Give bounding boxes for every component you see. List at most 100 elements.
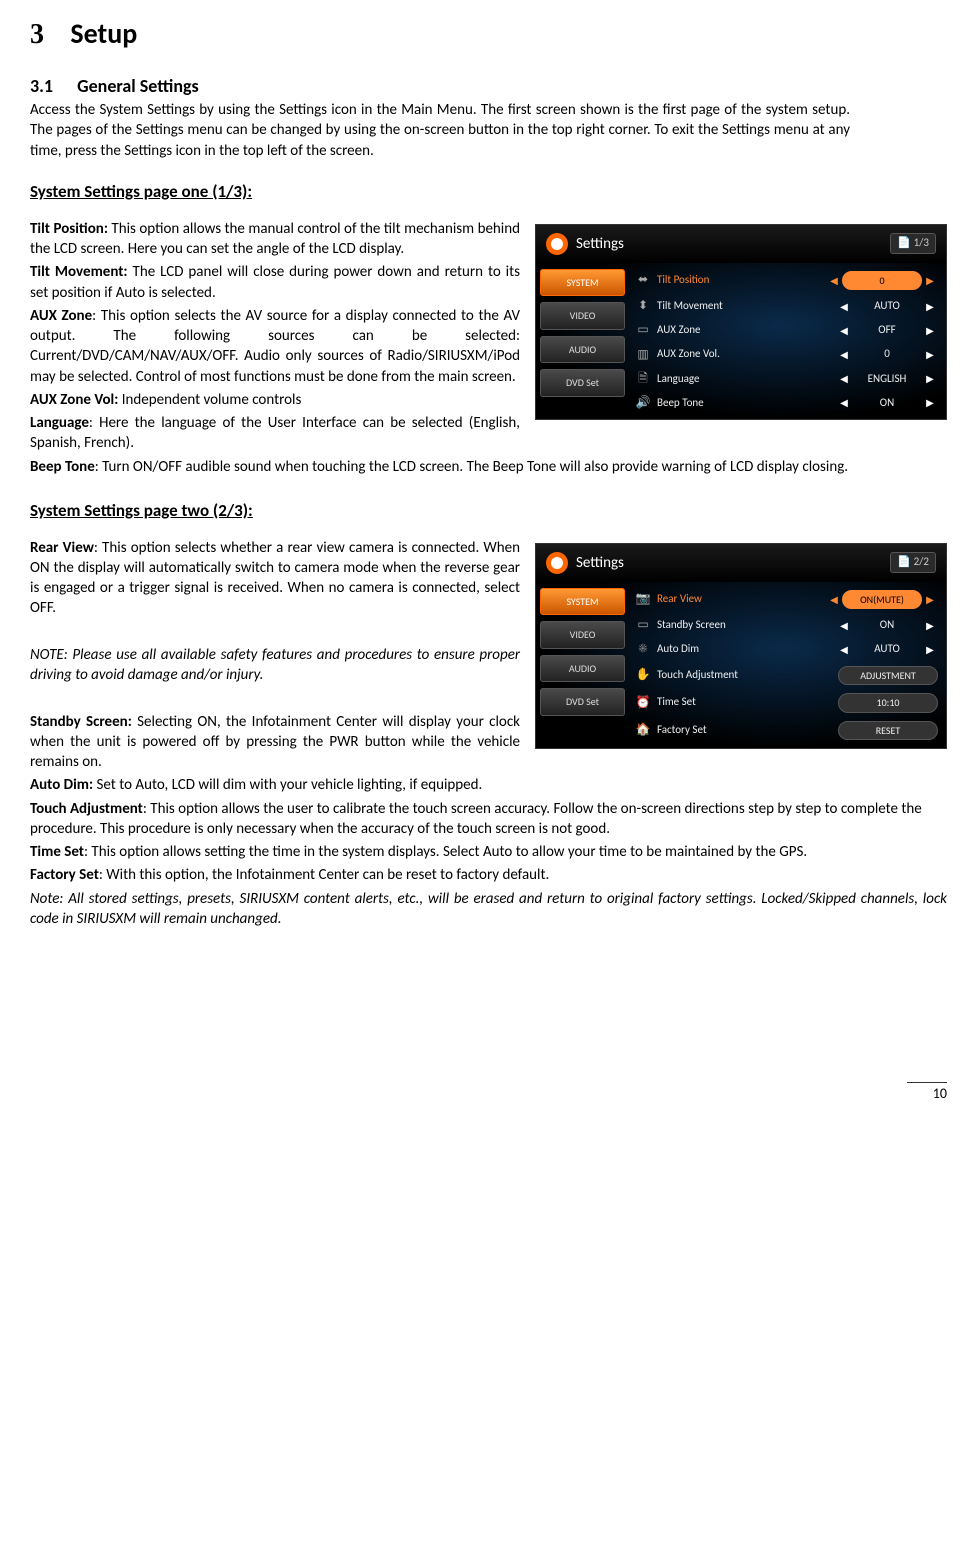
touch-adjustment-icon: ✋ <box>633 667 653 683</box>
factory-set-icon: 🏠 <box>633 722 653 738</box>
arrow-right-icon[interactable]: ▶ <box>922 348 938 362</box>
tab-system[interactable]: SYSTEM <box>540 269 625 297</box>
setting-label: AUX Zone <box>657 323 836 338</box>
arrow-left-icon[interactable]: ◀ <box>836 396 852 410</box>
auto-dim-icon: ☀ <box>633 641 653 657</box>
time-desc: Time Set: This option allows setting the… <box>30 842 947 862</box>
arrow-right-icon[interactable]: ▶ <box>922 372 938 386</box>
setting-label: Factory Set <box>657 723 838 738</box>
page-icon: 📄 <box>897 236 911 249</box>
setting-row-tilt-movement[interactable]: ⬍ Tilt Movement◀AUTO▶ <box>629 294 942 318</box>
tab-dvd-set[interactable]: DVD Set <box>540 369 625 397</box>
factory-desc: Factory Set: With this option, the Infot… <box>30 865 947 885</box>
setting-label: Auto Dim <box>657 642 836 657</box>
fig2-pager[interactable]: 📄 2/2 <box>890 552 936 573</box>
setting-label: Tilt Position <box>657 273 826 288</box>
tab-audio[interactable]: AUDIO <box>540 336 625 364</box>
section-number: 3.1 <box>30 75 53 97</box>
setting-label: Standby Screen <box>657 618 836 633</box>
arrow-left-icon[interactable]: ◀ <box>836 619 852 633</box>
setting-row-touch-adjustment[interactable]: ✋ Touch AdjustmentADJUSTMENT <box>629 662 942 690</box>
setting-value: ON(MUTE) <box>842 590 922 610</box>
arrow-left-icon[interactable]: ◀ <box>836 300 852 314</box>
arrow-right-icon[interactable]: ▶ <box>922 274 938 288</box>
tab-video[interactable]: VIDEO <box>540 621 625 649</box>
arrow-left-icon[interactable]: ◀ <box>836 372 852 386</box>
setting-row-factory-set[interactable]: 🏠 Factory SetRESET <box>629 717 942 745</box>
beep-tone-desc: Beep Tone: Turn ON/OFF audible sound whe… <box>30 457 947 477</box>
setting-value: ON <box>852 618 922 633</box>
tab-video[interactable]: VIDEO <box>540 302 625 330</box>
setting-row-rear-view[interactable]: 📷 Rear View◀ON(MUTE)▶ <box>629 586 942 614</box>
time-set-icon: ⏰ <box>633 695 653 711</box>
setting-value: 0 <box>852 347 922 362</box>
fig1-pager[interactable]: 📄 1/3 <box>890 233 936 254</box>
beep-tone-icon: 🔊 <box>633 395 653 411</box>
page-number: 10 <box>933 1085 947 1102</box>
setting-value[interactable]: RESET <box>838 721 938 741</box>
setting-label: Language <box>657 372 836 387</box>
gear-icon <box>546 552 568 574</box>
setting-row-aux-zone-vol-[interactable]: ▥ AUX Zone Vol.◀0▶ <box>629 343 942 367</box>
fig1-title: Settings <box>576 234 624 254</box>
standby-screen-icon: ▭ <box>633 617 653 633</box>
settings-screenshot-2: Settings 📄 2/2 SYSTEM VIDEO AUDIO DVD Set 📷… <box>535 543 947 749</box>
setting-value: OFF <box>852 323 922 338</box>
aux-zone-vol--icon: ▥ <box>633 347 653 363</box>
setting-label: AUX Zone Vol. <box>657 347 836 362</box>
setting-row-aux-zone[interactable]: ▭ AUX Zone◀OFF▶ <box>629 318 942 342</box>
chapter-heading: 3 Setup <box>30 15 947 54</box>
rear-view-icon: 📷 <box>633 591 653 607</box>
chapter-number: 3 <box>30 19 44 50</box>
setting-value: 0 <box>842 271 922 291</box>
setting-row-language[interactable]: 🗎 Language◀ENGLISH▶ <box>629 367 942 391</box>
tilt-movement-icon: ⬍ <box>633 298 653 314</box>
setting-row-standby-screen[interactable]: ▭ Standby Screen◀ON▶ <box>629 613 942 637</box>
setting-label: Time Set <box>657 695 838 710</box>
setting-row-time-set[interactable]: ⏰ Time Set10:10 <box>629 689 942 717</box>
setting-value: ENGLISH <box>852 372 922 387</box>
setting-value[interactable]: ADJUSTMENT <box>838 666 938 686</box>
factory-note: Note: All stored settings, presets, SIRI… <box>30 889 947 930</box>
tab-system[interactable]: SYSTEM <box>540 588 625 616</box>
arrow-left-icon[interactable]: ◀ <box>836 643 852 657</box>
arrow-right-icon[interactable]: ▶ <box>922 643 938 657</box>
setting-value: AUTO <box>852 642 922 657</box>
arrow-right-icon[interactable]: ▶ <box>922 324 938 338</box>
tab-dvd-set[interactable]: DVD Set <box>540 688 625 716</box>
page-icon: 📄 <box>897 555 911 568</box>
settings-screenshot-1: Settings 📄 1/3 SYSTEM VIDEO AUDIO DVD Set ⬌… <box>535 224 947 420</box>
page-footer: 10 <box>30 1082 947 1104</box>
chapter-title: Setup <box>70 16 137 51</box>
setting-label: Touch Adjustment <box>657 668 838 683</box>
arrow-left-icon[interactable]: ◀ <box>836 324 852 338</box>
section-heading-3-1: 3.1 General Settings <box>30 74 947 98</box>
setting-value[interactable]: 10:10 <box>838 693 938 713</box>
language-icon: 🗎 <box>633 371 653 387</box>
tilt-position-icon: ⬌ <box>633 272 653 288</box>
arrow-right-icon[interactable]: ▶ <box>922 593 938 607</box>
gear-icon <box>546 233 568 255</box>
autodim-desc: Auto Dim: Set to Auto, LCD will dim with… <box>30 775 947 795</box>
setting-value: ON <box>852 396 922 411</box>
fig2-title: Settings <box>576 553 624 573</box>
setting-row-tilt-position[interactable]: ⬌ Tilt Position◀0▶ <box>629 267 942 295</box>
arrow-left-icon[interactable]: ◀ <box>826 593 842 607</box>
setting-row-beep-tone[interactable]: 🔊 Beep Tone◀ON▶ <box>629 391 942 415</box>
aux-zone-icon: ▭ <box>633 322 653 338</box>
arrow-right-icon[interactable]: ▶ <box>922 619 938 633</box>
setting-value: AUTO <box>852 299 922 314</box>
page-one-heading: System Settings page one (1/3): <box>30 181 947 204</box>
touch-desc: Touch Adjustment: This option allows the… <box>30 799 947 840</box>
setting-label: Beep Tone <box>657 396 836 411</box>
setting-label: Rear View <box>657 592 826 607</box>
page-two-heading: System Settings page two (2/3): <box>30 500 947 523</box>
intro-text: Access the System Settings by using the … <box>30 100 850 161</box>
setting-label: Tilt Movement <box>657 299 836 314</box>
setting-row-auto-dim[interactable]: ☀ Auto Dim◀AUTO▶ <box>629 637 942 661</box>
arrow-left-icon[interactable]: ◀ <box>826 274 842 288</box>
tab-audio[interactable]: AUDIO <box>540 655 625 683</box>
arrow-left-icon[interactable]: ◀ <box>836 348 852 362</box>
arrow-right-icon[interactable]: ▶ <box>922 396 938 410</box>
arrow-right-icon[interactable]: ▶ <box>922 300 938 314</box>
